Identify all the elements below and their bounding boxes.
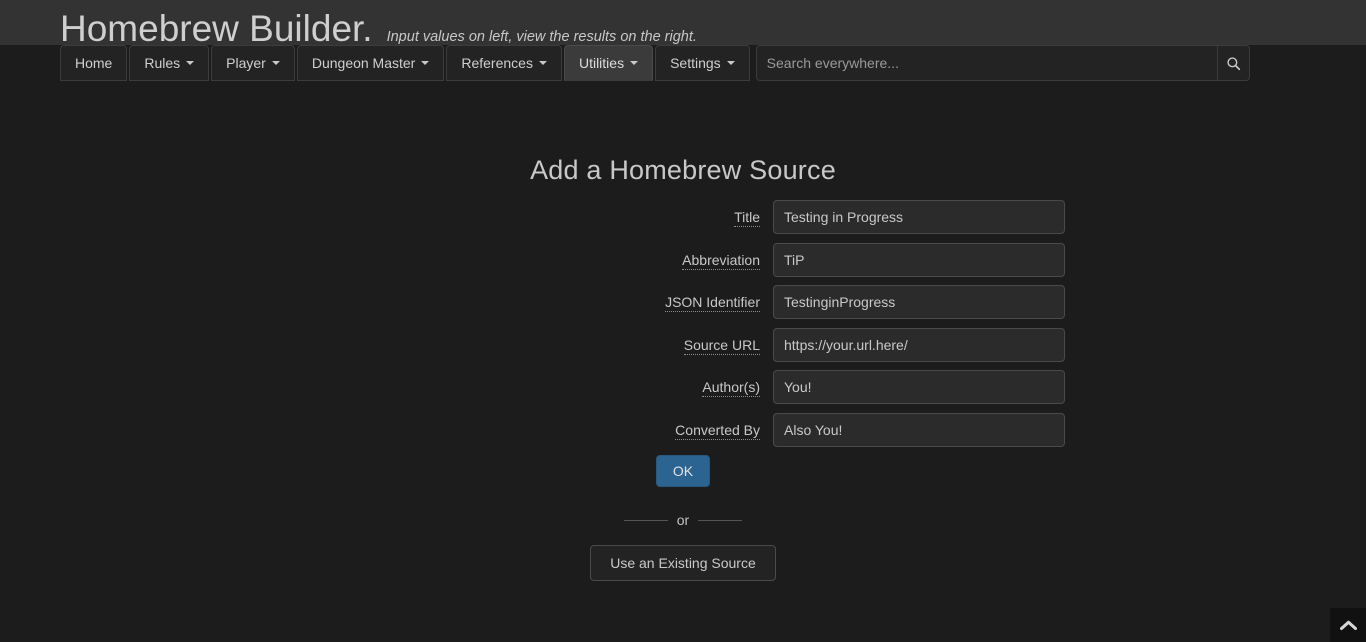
or-divider-rule-right xyxy=(698,519,743,521)
or-divider-label: or xyxy=(676,512,690,528)
abbreviation-input[interactable] xyxy=(773,242,1065,277)
nav-tab-home[interactable]: Home xyxy=(60,45,128,81)
chevron-down-icon xyxy=(630,61,639,65)
brand-tagline: Input values on left, view the results o… xyxy=(386,29,697,45)
nav-tab-label: Dungeon Master xyxy=(311,55,416,71)
nav-tab-list: Home Rules Player Dungeon Master Referen… xyxy=(60,45,752,81)
field-label-text: Abbreviation xyxy=(682,251,760,270)
search-icon xyxy=(1227,56,1240,70)
field-label-abbreviation: Abbreviation xyxy=(301,251,773,270)
chevron-down-icon xyxy=(186,61,195,65)
form-row-abbreviation: Abbreviation xyxy=(0,242,1366,277)
field-label-source-url: Source URL xyxy=(301,336,773,355)
field-label-text: Title xyxy=(734,209,760,227)
nav-tab-utilities[interactable]: Utilities xyxy=(563,45,654,81)
brand-title: Homebrew Builder. xyxy=(60,8,373,49)
or-divider-rule-left xyxy=(623,519,668,521)
json-identifier-input[interactable] xyxy=(773,285,1065,319)
search-input[interactable] xyxy=(755,45,1218,81)
main-navigation: Home Rules Player Dungeon Master Referen… xyxy=(0,45,1366,81)
search-button[interactable] xyxy=(1217,45,1250,81)
nav-tab-label: References xyxy=(461,55,533,71)
ok-button[interactable]: OK xyxy=(655,455,711,487)
nav-tab-rules[interactable]: Rules xyxy=(129,45,210,81)
or-divider: or xyxy=(0,512,1366,528)
brand: Homebrew Builder. Input values on left, … xyxy=(60,10,697,47)
authors-input[interactable] xyxy=(773,370,1065,404)
converted-by-input[interactable] xyxy=(773,412,1065,447)
nav-tab-label: Home xyxy=(75,55,113,71)
field-label-authors: Author(s) xyxy=(301,379,773,397)
nav-tab-label: Rules xyxy=(144,55,181,71)
nav-tab-label: Player xyxy=(226,55,266,71)
masthead: Homebrew Builder. Input values on left, … xyxy=(0,0,1366,47)
nav-tab-player[interactable]: Player xyxy=(211,45,295,81)
chevron-down-icon xyxy=(271,61,280,65)
source-url-input[interactable] xyxy=(773,327,1065,362)
form-row-json-identifier: JSON Identifier xyxy=(0,285,1366,319)
chevron-down-icon xyxy=(726,61,735,65)
page-title: Add a Homebrew Source xyxy=(530,155,836,185)
chevron-up-icon xyxy=(1339,620,1357,630)
homebrew-source-form: Title Abbreviation JSON Identifier Sourc… xyxy=(0,200,1366,581)
main-content: Add a Homebrew Source Title Abbreviation… xyxy=(0,81,1366,642)
field-label-text: Converted By xyxy=(675,421,760,440)
field-label-json-identifier: JSON Identifier xyxy=(301,294,773,312)
nav-tab-label: Settings xyxy=(670,55,721,71)
existing-source-row: Use an Existing Source xyxy=(0,545,1366,581)
form-row-title: Title xyxy=(0,200,1366,234)
chevron-down-icon xyxy=(421,61,430,65)
ok-row: OK xyxy=(0,455,1366,487)
field-label-converted-by: Converted By xyxy=(301,421,773,440)
form-row-source-url: Source URL xyxy=(0,327,1366,362)
chevron-down-icon xyxy=(538,61,547,65)
nav-tab-label: Utilities xyxy=(578,55,625,71)
nav-tab-settings[interactable]: Settings xyxy=(655,45,750,81)
field-label-text: Source URL xyxy=(683,336,760,355)
title-input[interactable] xyxy=(773,200,1065,234)
field-label-title: Title xyxy=(301,209,773,227)
form-row-converted-by: Converted By xyxy=(0,412,1366,447)
form-row-authors: Author(s) xyxy=(0,370,1366,404)
search-area xyxy=(755,45,1250,81)
field-label-text: JSON Identifier xyxy=(665,294,760,312)
nav-tab-dungeon-master[interactable]: Dungeon Master xyxy=(296,45,445,81)
back-to-top-button[interactable] xyxy=(1330,608,1366,642)
use-existing-source-button[interactable]: Use an Existing Source xyxy=(590,545,776,581)
nav-tab-references[interactable]: References xyxy=(446,45,562,81)
field-label-text: Author(s) xyxy=(702,379,760,397)
